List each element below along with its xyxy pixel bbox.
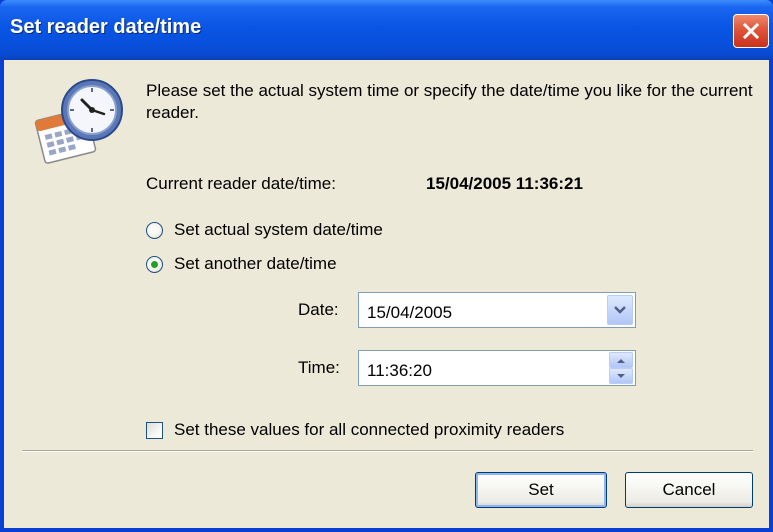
radio-button[interactable] — [146, 222, 163, 239]
radio-selected-dot — [151, 261, 158, 268]
radio-button-selected[interactable] — [146, 256, 163, 273]
all-readers-option[interactable]: Set these values for all connected proxi… — [146, 420, 646, 442]
clock-calendar-icon — [34, 79, 123, 164]
current-reader-value: 15/04/2005 11:36:21 — [426, 174, 583, 193]
arrow-down-icon — [617, 373, 625, 378]
radio-actual-label: Set actual system date/time — [174, 220, 383, 239]
set-button[interactable]: Set — [475, 472, 607, 508]
radio-another-label: Set another date/time — [174, 254, 337, 273]
close-button[interactable] — [733, 14, 769, 48]
radio-another-time[interactable]: Set another date/time — [146, 254, 406, 276]
date-label: Date: — [298, 300, 339, 319]
chevron-down-icon — [614, 306, 626, 314]
date-dropdown-button[interactable] — [607, 295, 633, 325]
radio-actual-system-time[interactable]: Set actual system date/time — [146, 220, 426, 242]
date-value: 15/04/2005 — [367, 303, 453, 322]
time-value: 11:36:20 — [367, 361, 432, 380]
window-title: Set reader date/time — [10, 16, 202, 38]
intro-text: Please set the actual system time or spe… — [146, 81, 753, 122]
time-spinner[interactable]: 11:36:20 — [358, 350, 636, 386]
time-increment-button[interactable] — [609, 352, 633, 368]
all-readers-checkbox[interactable] — [146, 422, 163, 439]
time-label: Time: — [298, 358, 340, 377]
dialog-window: Set reader date/time Please set the actu… — [0, 0, 773, 532]
close-icon — [742, 22, 760, 40]
time-decrement-button[interactable] — [609, 368, 633, 384]
dialog-body: Please set the actual system time or spe… — [4, 60, 769, 528]
all-readers-label: Set these values for all connected proxi… — [174, 420, 565, 439]
date-picker[interactable]: 15/04/2005 — [358, 292, 636, 328]
current-reader-label: Current reader date/time: — [146, 174, 336, 193]
cancel-button[interactable]: Cancel — [625, 472, 753, 508]
separator — [22, 450, 753, 452]
title-bar[interactable]: Set reader date/time — [0, 0, 773, 60]
arrow-up-icon — [617, 358, 625, 363]
